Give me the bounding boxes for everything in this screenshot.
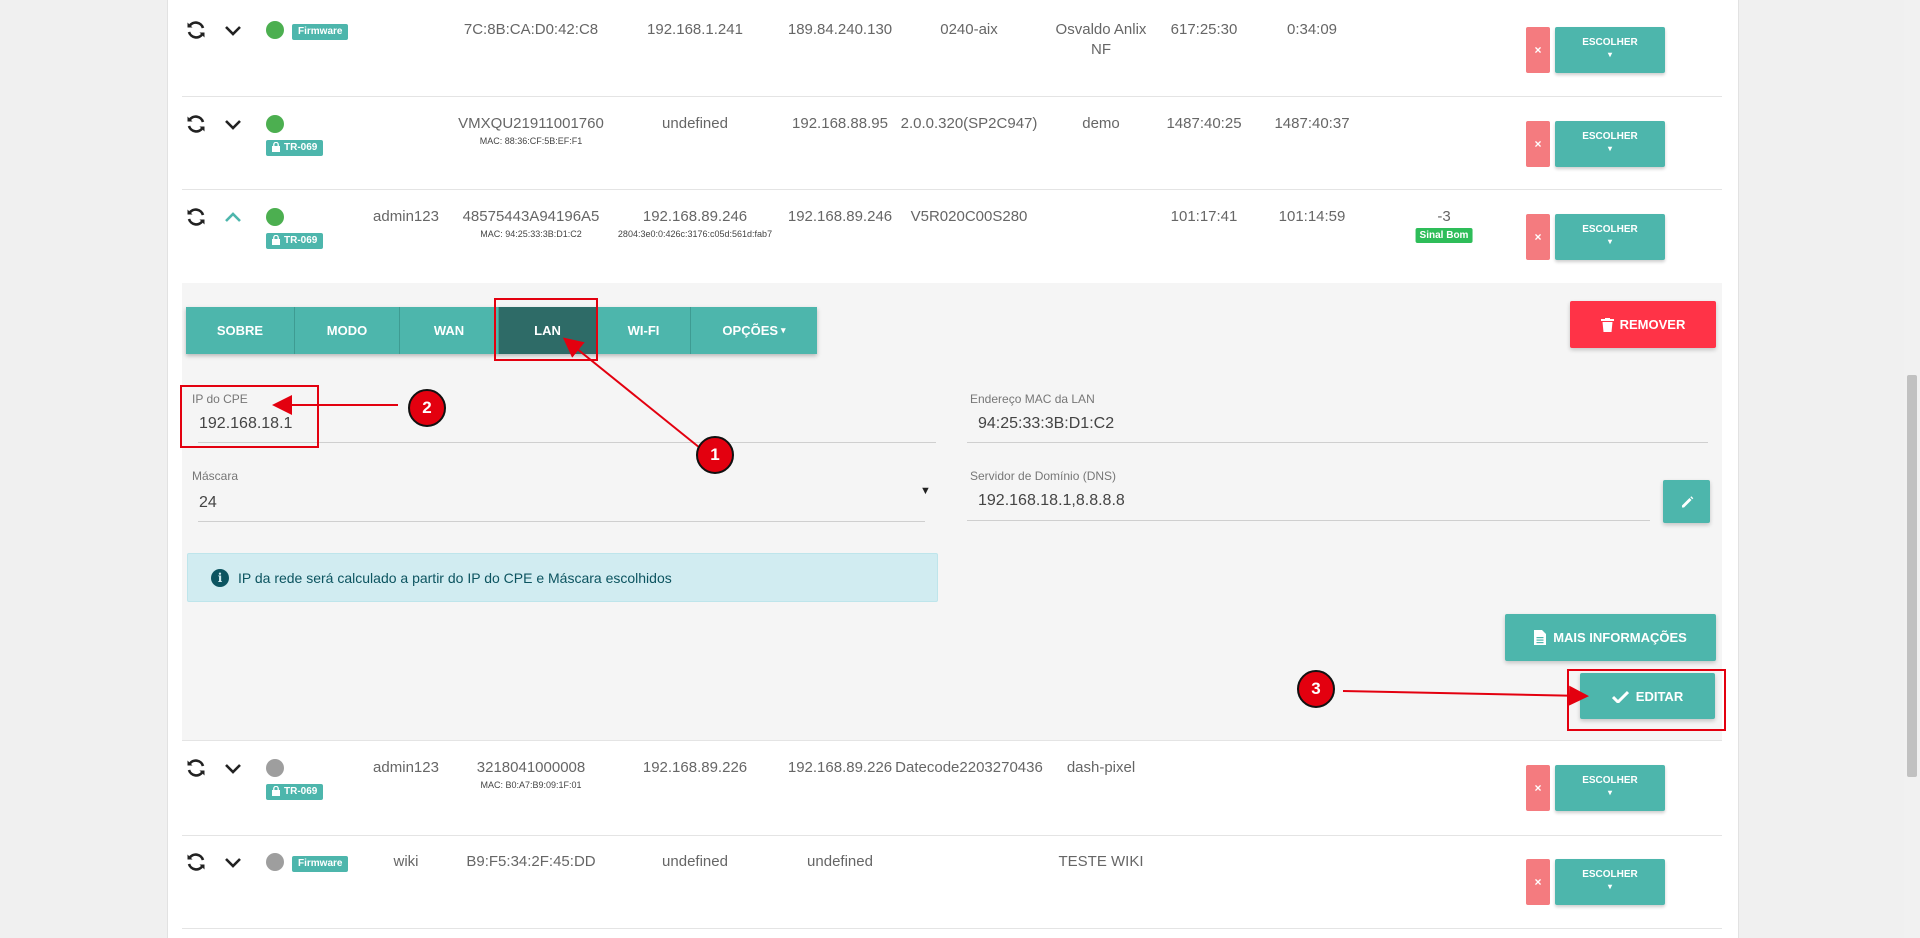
annotation-marker-1: 1 bbox=[696, 436, 734, 474]
scrollbar-thumb[interactable] bbox=[1907, 375, 1917, 777]
annotation-arrows bbox=[272, 337, 1589, 706]
annotation-marker-3: 3 bbox=[1297, 670, 1335, 708]
annotation-marker-2: 2 bbox=[408, 389, 446, 427]
